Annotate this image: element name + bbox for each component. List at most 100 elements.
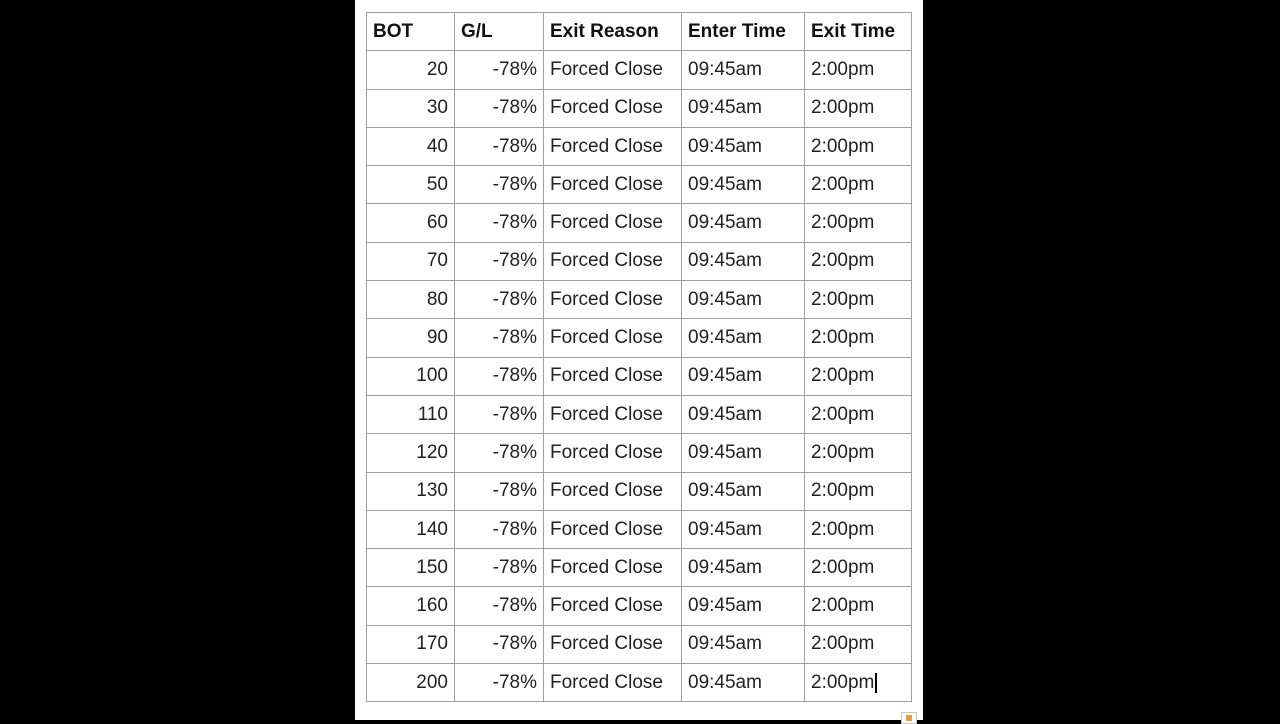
exit-reason-cell[interactable]: Forced Close	[543, 126, 682, 167]
enter-time-cell[interactable]: 09:45am	[681, 548, 805, 588]
enter-time-cell[interactable]: 09:45am	[681, 165, 805, 205]
enter-time-cell[interactable]: 09:45am	[681, 203, 805, 243]
exit-time-cell-text: 2:00pm	[811, 365, 875, 387]
exit-reason-cell[interactable]: Forced Close	[543, 88, 682, 128]
bot-cell[interactable]: 50	[366, 165, 455, 205]
enter-time-cell[interactable]: 09:45am	[681, 88, 805, 128]
exit-time-cell-text: 2:00pm	[811, 173, 875, 195]
exit-time-cell[interactable]: 2:00pm	[804, 280, 912, 320]
bot-cell[interactable]: 200	[366, 663, 455, 703]
bot-cell[interactable]: 110	[366, 394, 455, 435]
enter-time-cell[interactable]: 09:45am	[681, 318, 805, 358]
exit-reason-cell[interactable]: Forced Close	[543, 509, 682, 550]
exit-time-cell[interactable]: 2:00pm	[804, 471, 912, 511]
bot-cell[interactable]: 60	[366, 203, 455, 243]
bot-cell[interactable]: 80	[366, 280, 455, 320]
gl-cell[interactable]: -78%	[454, 126, 544, 167]
gl-cell[interactable]: -78%	[454, 471, 544, 511]
gl-cell-text: -78%	[492, 58, 537, 80]
exit-reason-cell[interactable]: Forced Close	[543, 394, 682, 435]
exit-time-cell[interactable]: 2:00pm	[804, 509, 912, 550]
exit-reason-cell[interactable]: Forced Close	[543, 280, 682, 320]
exit-reason-cell[interactable]: Forced Close	[543, 165, 682, 205]
enter-time-cell[interactable]: 09:45am	[681, 433, 805, 473]
enter-time-cell[interactable]: 09:45am	[681, 280, 805, 320]
enter-time-cell[interactable]: 09:45am	[681, 586, 805, 626]
gl-cell-text: -78%	[492, 365, 537, 387]
gl-cell[interactable]: -78%	[454, 318, 544, 358]
gl-cell[interactable]: -78%	[454, 88, 544, 128]
bot-cell-text: 70	[426, 250, 448, 272]
exit-time-cell[interactable]: 2:00pm	[804, 318, 912, 358]
bot-cell[interactable]: 70	[366, 241, 455, 282]
bot-cell[interactable]: 40	[366, 126, 455, 167]
exit-time-cell[interactable]: 2:00pm	[804, 624, 912, 665]
gl-cell[interactable]: -78%	[454, 548, 544, 588]
exit-reason-cell[interactable]: Forced Close	[543, 548, 682, 588]
gl-cell[interactable]: -78%	[454, 280, 544, 320]
enter-time-cell[interactable]: 09:45am	[681, 356, 805, 396]
bot-cell-text: 140	[416, 518, 448, 540]
enter-time-cell[interactable]: 09:45am	[681, 509, 805, 550]
bot-cell[interactable]: 30	[366, 88, 455, 128]
exit-reason-cell[interactable]: Forced Close	[543, 241, 682, 282]
bot-cell[interactable]: 90	[366, 318, 455, 358]
exit-reason-cell[interactable]: Forced Close	[543, 624, 682, 665]
exit-reason-cell[interactable]: Forced Close	[543, 663, 682, 703]
bot-cell[interactable]: 20	[366, 50, 455, 90]
enter-time-cell-text: 09:45am	[688, 633, 762, 655]
header-exit-reason: Exit Reason	[543, 11, 682, 52]
exit-time-cell[interactable]: 2:00pm	[804, 203, 912, 243]
gl-cell[interactable]: -78%	[454, 586, 544, 626]
exit-time-cell[interactable]: 2:00pm	[804, 394, 912, 435]
gl-cell[interactable]: -78%	[454, 433, 544, 473]
exit-reason-cell[interactable]: Forced Close	[543, 586, 682, 626]
enter-time-cell[interactable]: 09:45am	[681, 126, 805, 167]
enter-time-cell[interactable]: 09:45am	[681, 663, 805, 703]
bot-cell[interactable]: 120	[366, 433, 455, 473]
enter-time-cell[interactable]: 09:45am	[681, 471, 805, 511]
exit-reason-cell[interactable]: Forced Close	[543, 356, 682, 396]
bot-cell[interactable]: 140	[366, 509, 455, 550]
exit-reason-cell[interactable]: Forced Close	[543, 203, 682, 243]
exit-time-cell[interactable]: 2:00pm	[804, 663, 912, 703]
exit-time-cell[interactable]: 2:00pm	[804, 88, 912, 128]
exit-time-cell[interactable]: 2:00pm	[804, 433, 912, 473]
exit-time-cell[interactable]: 2:00pm	[804, 165, 912, 205]
exit-time-cell[interactable]: 2:00pm	[804, 356, 912, 396]
exit-reason-cell[interactable]: Forced Close	[543, 433, 682, 473]
gl-cell[interactable]: -78%	[454, 241, 544, 282]
enter-time-cell[interactable]: 09:45am	[681, 624, 805, 665]
gl-cell[interactable]: -78%	[454, 394, 544, 435]
gl-cell[interactable]: -78%	[454, 624, 544, 665]
bot-cell-text: 130	[416, 480, 448, 502]
exit-time-cell-text: 2:00pm	[811, 441, 875, 463]
enter-time-cell[interactable]: 09:45am	[681, 50, 805, 90]
bot-cell[interactable]: 160	[366, 586, 455, 626]
exit-time-cell[interactable]: 2:00pm	[804, 126, 912, 167]
gl-cell[interactable]: -78%	[454, 50, 544, 90]
bot-cell-text: 100	[416, 365, 448, 387]
exit-reason-cell-text: Forced Close	[550, 556, 663, 578]
bot-cell[interactable]: 100	[366, 356, 455, 396]
enter-time-cell-text: 09:45am	[688, 595, 762, 617]
bot-cell[interactable]: 130	[366, 471, 455, 511]
gl-cell[interactable]: -78%	[454, 663, 544, 703]
gl-cell[interactable]: -78%	[454, 356, 544, 396]
gl-cell[interactable]: -78%	[454, 509, 544, 550]
enter-time-cell[interactable]: 09:45am	[681, 241, 805, 282]
gl-cell[interactable]: -78%	[454, 165, 544, 205]
gl-cell-text: -78%	[492, 595, 537, 617]
gl-cell[interactable]: -78%	[454, 203, 544, 243]
exit-time-cell[interactable]: 2:00pm	[804, 586, 912, 626]
exit-time-cell[interactable]: 2:00pm	[804, 548, 912, 588]
exit-reason-cell[interactable]: Forced Close	[543, 471, 682, 511]
exit-reason-cell[interactable]: Forced Close	[543, 318, 682, 358]
enter-time-cell[interactable]: 09:45am	[681, 394, 805, 435]
exit-time-cell[interactable]: 2:00pm	[804, 241, 912, 282]
exit-reason-cell[interactable]: Forced Close	[543, 50, 682, 90]
paste-options-icon[interactable]	[901, 712, 917, 724]
exit-time-cell[interactable]: 2:00pm	[804, 50, 912, 90]
bot-cell[interactable]: 150	[366, 548, 455, 588]
bot-cell[interactable]: 170	[366, 624, 455, 665]
